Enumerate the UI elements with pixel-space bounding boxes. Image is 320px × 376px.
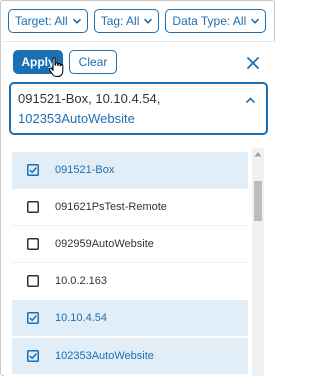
selected-values-line-1: 091521-Box, 10.10.4.54, <box>18 91 161 106</box>
checkbox-checked-icon[interactable] <box>27 312 39 324</box>
tag-filter-button[interactable]: Tag: All <box>93 9 160 33</box>
target-filter-button[interactable]: Target: All <box>8 9 88 33</box>
filter-bar: Target: All Tag: All Data Type: All <box>8 9 267 33</box>
target-filter-dropdown-panel: Apply Clear 091521-Box, 10.10.4.54, 1023… <box>4 41 275 376</box>
chevron-down-icon <box>251 18 260 24</box>
option-label: 10.10.4.54 <box>55 312 107 324</box>
option-102353autowebsite[interactable]: 102353AutoWebsite <box>12 338 248 374</box>
checkbox-unchecked-icon[interactable] <box>27 201 39 213</box>
target-options-list: 091521-Box 091621PsTest-Remote 092959Aut… <box>12 148 267 376</box>
option-10-10-4-54[interactable]: 10.10.4.54 <box>12 300 248 336</box>
data-type-filter-label: Data Type: All <box>172 14 247 28</box>
selected-values-line-2: 102353AutoWebsite <box>18 111 135 126</box>
option-label: 091521-Box <box>55 164 115 176</box>
clear-button[interactable]: Clear <box>69 50 117 74</box>
option-092959autowebsite[interactable]: 092959AutoWebsite <box>12 226 248 262</box>
hand-cursor-icon <box>48 57 64 77</box>
checkbox-unchecked-icon[interactable] <box>27 275 39 287</box>
scrollbar-thumb[interactable] <box>254 181 262 221</box>
chevron-up-icon[interactable] <box>245 95 256 106</box>
scroll-up-arrow-icon[interactable] <box>254 151 262 157</box>
option-091621pstest-remote[interactable]: 091621PsTest-Remote <box>12 189 248 225</box>
option-label: 10.0.2.163 <box>55 275 107 287</box>
checkbox-unchecked-icon[interactable] <box>27 238 39 250</box>
target-filter-label: Target: All <box>15 14 68 28</box>
tag-filter-label: Tag: All <box>100 14 140 28</box>
target-multiselect-input[interactable]: 091521-Box, 10.10.4.54, 102353AutoWebsit… <box>9 82 268 135</box>
option-091521-box[interactable]: 091521-Box <box>12 152 248 188</box>
option-10-0-2-163[interactable]: 10.0.2.163 <box>12 263 248 299</box>
close-icon[interactable] <box>246 56 260 70</box>
option-label: 102353AutoWebsite <box>55 350 154 362</box>
option-label: 091621PsTest-Remote <box>55 201 167 213</box>
app-frame: Target: All Tag: All Data Type: All Appl… <box>0 0 275 376</box>
chevron-down-icon <box>144 18 153 24</box>
option-label: 092959AutoWebsite <box>55 238 154 250</box>
chevron-down-icon <box>72 18 81 24</box>
checkbox-checked-icon[interactable] <box>27 350 39 362</box>
checkbox-checked-icon[interactable] <box>27 164 39 176</box>
data-type-filter-button[interactable]: Data Type: All <box>165 9 267 33</box>
